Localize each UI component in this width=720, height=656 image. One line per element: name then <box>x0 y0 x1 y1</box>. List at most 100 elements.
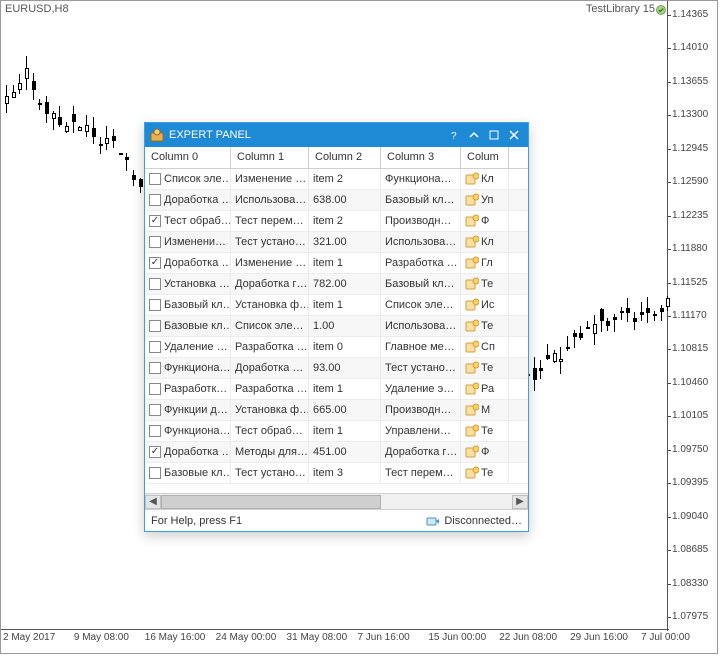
maximize-button[interactable] <box>484 126 504 144</box>
cell-col4[interactable]: Ис <box>461 295 509 315</box>
row-checkbox[interactable] <box>149 257 161 269</box>
cell-col3[interactable]: Список эле… <box>381 295 461 315</box>
table-row[interactable]: Функциона…Тест обраб…item 1Управлени…Те <box>145 421 528 442</box>
row-checkbox[interactable] <box>149 446 161 458</box>
cell-col0[interactable]: Доработка … <box>145 442 231 462</box>
cell-col1[interactable]: Доработка г… <box>231 274 309 294</box>
horizontal-scrollbar[interactable]: ◀ ▶ <box>145 493 528 509</box>
cell-col0[interactable]: Функциона… <box>145 358 231 378</box>
cell-col4[interactable]: Ф <box>461 442 509 462</box>
cell-col4[interactable]: Те <box>461 358 509 378</box>
table-row[interactable]: Доработка …Использова…638.00Базовый кл…У… <box>145 190 528 211</box>
cell-col3[interactable]: Удаление э… <box>381 379 461 399</box>
cell-col3[interactable]: Использова… <box>381 232 461 252</box>
scroll-left-button[interactable]: ◀ <box>145 495 161 509</box>
cell-col0[interactable]: Тест обраб… <box>145 211 231 231</box>
column-header[interactable]: Column 3 <box>381 147 461 168</box>
cell-col4[interactable]: Те <box>461 274 509 294</box>
scroll-thumb[interactable] <box>161 495 381 509</box>
cell-col1[interactable]: Установка ф… <box>231 400 309 420</box>
row-checkbox[interactable] <box>149 404 161 416</box>
cell-col3[interactable]: Производн… <box>381 211 461 231</box>
cell-col1[interactable]: Изменение … <box>231 169 309 189</box>
row-checkbox[interactable] <box>149 467 161 479</box>
table-row[interactable]: Базовые кл…Тест устано…item 3Тест перем…… <box>145 463 528 484</box>
cell-col1[interactable]: Доработка … <box>231 358 309 378</box>
cell-col2[interactable]: item 0 <box>309 337 381 357</box>
table-row[interactable]: Базовые кл…Список эле…1.00Использова…Те <box>145 316 528 337</box>
cell-col0[interactable]: Установка … <box>145 274 231 294</box>
row-checkbox[interactable] <box>149 299 161 311</box>
row-checkbox[interactable] <box>149 278 161 290</box>
cell-col2[interactable]: item 3 <box>309 463 381 483</box>
cell-col2[interactable]: item 1 <box>309 379 381 399</box>
cell-col2[interactable]: item 2 <box>309 169 381 189</box>
cell-col1[interactable]: Тест обраб… <box>231 421 309 441</box>
cell-col2[interactable]: item 1 <box>309 253 381 273</box>
cell-col4[interactable]: Ра <box>461 379 509 399</box>
table-row[interactable]: Доработка …Изменение …item 1Разработка …… <box>145 253 528 274</box>
cell-col0[interactable]: Базовые кл… <box>145 463 231 483</box>
grid-body[interactable]: Список эле…Изменение …item 2Функциона…Кл… <box>145 169 528 493</box>
table-row[interactable]: Тест обраб…Тест перем…item 2Производн…Ф <box>145 211 528 232</box>
cell-col4[interactable]: Те <box>461 421 509 441</box>
cell-col2[interactable]: 782.00 <box>309 274 381 294</box>
cell-col1[interactable]: Разработка … <box>231 379 309 399</box>
cell-col3[interactable]: Функциона… <box>381 169 461 189</box>
cell-col2[interactable]: 1.00 <box>309 316 381 336</box>
table-row[interactable]: Базовый кл…Установка ф…item 1Список эле…… <box>145 295 528 316</box>
cell-col4[interactable]: Уп <box>461 190 509 210</box>
table-row[interactable]: Функции д…Установка ф…665.00Производн…М <box>145 400 528 421</box>
column-header[interactable]: Column 2 <box>309 147 381 168</box>
table-row[interactable]: Удаление …Разработка …item 0Главное ме…С… <box>145 337 528 358</box>
cell-col0[interactable]: Функциона… <box>145 421 231 441</box>
cell-col3[interactable]: Управлени… <box>381 421 461 441</box>
cell-col2[interactable]: 451.00 <box>309 442 381 462</box>
cell-col2[interactable]: 665.00 <box>309 400 381 420</box>
cell-col3[interactable]: Базовый кл… <box>381 274 461 294</box>
cell-col4[interactable]: Сп <box>461 337 509 357</box>
cell-col1[interactable]: Тест устано… <box>231 232 309 252</box>
cell-col1[interactable]: Методы для… <box>231 442 309 462</box>
cell-col2[interactable]: item 1 <box>309 421 381 441</box>
cell-col0[interactable]: Базовый кл… <box>145 295 231 315</box>
cell-col3[interactable]: Тест устано… <box>381 358 461 378</box>
cell-col0[interactable]: Удаление … <box>145 337 231 357</box>
cell-col3[interactable]: Использова… <box>381 316 461 336</box>
cell-col0[interactable]: Доработка … <box>145 190 231 210</box>
cell-col1[interactable]: Список эле… <box>231 316 309 336</box>
cell-col0[interactable]: Разработк… <box>145 379 231 399</box>
cell-col4[interactable]: М <box>461 400 509 420</box>
cell-col3[interactable]: Доработка г… <box>381 442 461 462</box>
cell-col0[interactable]: Список эле… <box>145 169 231 189</box>
row-checkbox[interactable] <box>149 362 161 374</box>
table-row[interactable]: Разработк…Разработка …item 1Удаление э…Р… <box>145 379 528 400</box>
cell-col1[interactable]: Разработка … <box>231 337 309 357</box>
table-row[interactable]: Функциона…Доработка …93.00Тест устано…Те <box>145 358 528 379</box>
cell-col2[interactable]: item 2 <box>309 211 381 231</box>
cell-col2[interactable]: item 1 <box>309 295 381 315</box>
help-button[interactable]: ? <box>444 126 464 144</box>
scroll-track[interactable] <box>161 495 512 509</box>
table-row[interactable]: Доработка …Методы для…451.00Доработка г…… <box>145 442 528 463</box>
table-row[interactable]: Установка …Доработка г…782.00Базовый кл…… <box>145 274 528 295</box>
row-checkbox[interactable] <box>149 425 161 437</box>
row-checkbox[interactable] <box>149 383 161 395</box>
cell-col3[interactable]: Базовый кл… <box>381 190 461 210</box>
cell-col4[interactable]: Те <box>461 316 509 336</box>
cell-col0[interactable]: Функции д… <box>145 400 231 420</box>
cell-col0[interactable]: Доработка … <box>145 253 231 273</box>
cell-col1[interactable]: Тест перем… <box>231 211 309 231</box>
cell-col0[interactable]: Базовые кл… <box>145 316 231 336</box>
cell-col0[interactable]: Изменени… <box>145 232 231 252</box>
cell-col4[interactable]: Гл <box>461 253 509 273</box>
close-button[interactable] <box>504 126 524 144</box>
column-header[interactable]: Column 1 <box>231 147 309 168</box>
column-header[interactable]: Colum <box>461 147 509 168</box>
cell-col4[interactable]: Кл <box>461 169 509 189</box>
cell-col4[interactable]: Ф <box>461 211 509 231</box>
cell-col3[interactable]: Производн… <box>381 400 461 420</box>
collapse-button[interactable] <box>464 126 484 144</box>
cell-col2[interactable]: 638.00 <box>309 190 381 210</box>
cell-col4[interactable]: Кл <box>461 232 509 252</box>
